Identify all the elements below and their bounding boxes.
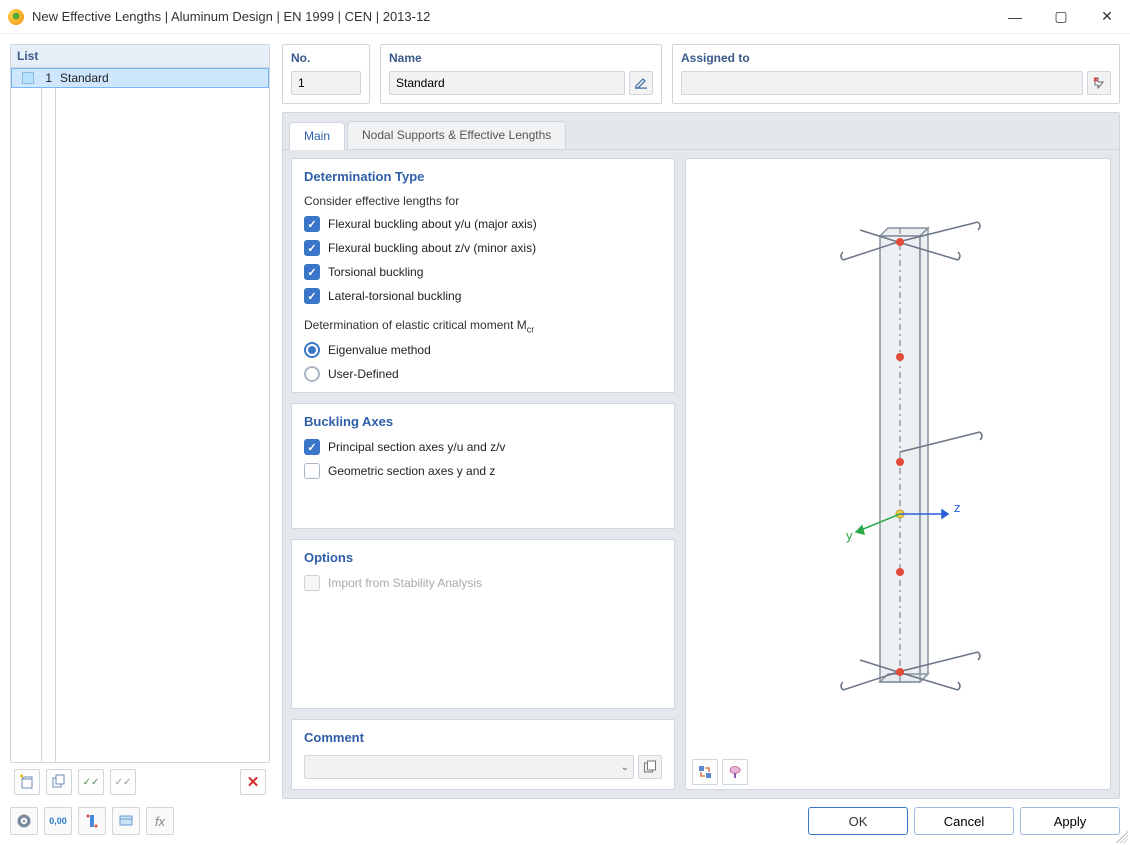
radio-icon	[304, 366, 320, 382]
check-label: Lateral-torsional buckling	[328, 289, 461, 303]
radio-label: User-Defined	[328, 367, 399, 381]
preview-panel: y z	[685, 158, 1111, 790]
pick-assigned-button[interactable]	[1087, 71, 1111, 95]
tab-strip: Main Nodal Supports & Effective Lengths	[283, 115, 1119, 150]
check-label: Geometric section axes y and z	[328, 464, 495, 478]
checkbox-icon	[304, 240, 320, 256]
ok-button[interactable]: OK	[808, 807, 908, 835]
consider-label: Consider effective lengths for	[304, 194, 662, 208]
comment-section: Comment ⌄	[291, 719, 675, 790]
check-label: Principal section axes y/u and z/v	[328, 440, 505, 454]
uncheck-all-button[interactable]: ✓✓	[110, 769, 136, 795]
resize-grip[interactable]	[1116, 831, 1128, 843]
dialog-footer: 0,00 fx OK Cancel Apply	[0, 799, 1130, 845]
check-label: Import from Stability Analysis	[328, 576, 482, 590]
new-item-button[interactable]	[14, 769, 40, 795]
units-button[interactable]: 0,00	[44, 807, 72, 835]
maximize-button[interactable]: ▢	[1038, 0, 1084, 34]
name-label: Name	[389, 51, 653, 65]
edit-name-button[interactable]	[629, 71, 653, 95]
help-button[interactable]	[10, 807, 38, 835]
no-label: No.	[291, 51, 361, 65]
checkbox-icon	[304, 439, 320, 455]
comment-title: Comment	[304, 730, 662, 745]
checkbox-icon	[304, 288, 320, 304]
check-geometric-axes[interactable]: Geometric section axes y and z	[304, 463, 662, 479]
close-button[interactable]: ✕	[1084, 0, 1130, 34]
cancel-button[interactable]: Cancel	[914, 807, 1014, 835]
preview-canvas[interactable]: y z	[686, 159, 1110, 755]
assigned-input[interactable]	[681, 71, 1083, 95]
check-all-button[interactable]: ✓✓	[78, 769, 104, 795]
list-item-index: 1	[38, 71, 52, 85]
apply-button[interactable]: Apply	[1020, 807, 1120, 835]
chevron-down-icon: ⌄	[621, 762, 629, 773]
radio-label: Eigenvalue method	[328, 343, 431, 357]
preview-toggle-view-button[interactable]	[692, 759, 718, 785]
assigned-group: Assigned to	[672, 44, 1120, 104]
checkbox-icon	[304, 463, 320, 479]
formula-button[interactable]: fx	[146, 807, 174, 835]
checkbox-icon	[304, 264, 320, 280]
check-torsional[interactable]: Torsional buckling	[304, 264, 662, 280]
preview-render-mode-button[interactable]	[722, 759, 748, 785]
member-preview-svg: y z	[748, 192, 1048, 722]
check-import-stability: Import from Stability Analysis	[304, 575, 662, 591]
buckling-axes-section: Buckling Axes Principal section axes y/u…	[291, 403, 675, 529]
check-flexural-y[interactable]: Flexural buckling about y/u (major axis)	[304, 216, 662, 232]
list-item-name: Standard	[56, 71, 109, 85]
checkbox-icon	[304, 575, 320, 591]
no-input[interactable]	[291, 71, 361, 95]
check-principal-axes[interactable]: Principal section axes y/u and z/v	[304, 439, 662, 455]
list-body[interactable]: 1 Standard	[11, 68, 269, 762]
determination-type-title: Determination Type	[304, 169, 662, 184]
check-label: Flexural buckling about z/v (minor axis)	[328, 241, 536, 255]
tab-main[interactable]: Main	[289, 122, 345, 150]
member-info-button[interactable]	[78, 807, 106, 835]
options-section: Options Import from Stability Analysis	[291, 539, 675, 709]
list-header: List	[11, 45, 269, 68]
minimize-button[interactable]: —	[992, 0, 1038, 34]
check-label: Flexural buckling about y/u (major axis)	[328, 217, 537, 231]
radio-eigenvalue[interactable]: Eigenvalue method	[304, 342, 662, 358]
comment-combo[interactable]: ⌄	[304, 755, 634, 779]
radio-icon	[304, 342, 320, 358]
axis-y-label: y	[846, 528, 853, 543]
assigned-label: Assigned to	[681, 51, 1111, 65]
comment-library-button[interactable]	[638, 755, 662, 779]
buckling-axes-title: Buckling Axes	[304, 414, 662, 429]
table-view-button[interactable]	[112, 807, 140, 835]
title-bar: ⬢ New Effective Lengths | Aluminum Desig…	[0, 0, 1130, 34]
mcr-label: Determination of elastic critical moment…	[304, 318, 662, 334]
list-item[interactable]: 1 Standard	[11, 68, 269, 88]
name-input[interactable]	[389, 71, 625, 95]
app-icon: ⬢	[8, 9, 24, 25]
color-swatch	[22, 72, 34, 84]
list-toolbar: ✓✓ ✓✓ ✕	[10, 763, 270, 799]
window-title: New Effective Lengths | Aluminum Design …	[32, 9, 992, 24]
list-panel: List 1 Standard	[10, 44, 270, 763]
axis-z-label: z	[954, 500, 961, 515]
no-group: No.	[282, 44, 370, 104]
check-flexural-z[interactable]: Flexural buckling about z/v (minor axis)	[304, 240, 662, 256]
options-title: Options	[304, 550, 662, 565]
name-group: Name	[380, 44, 662, 104]
checkbox-icon	[304, 216, 320, 232]
determination-type-section: Determination Type Consider effective le…	[291, 158, 675, 393]
radio-user-defined[interactable]: User-Defined	[304, 366, 662, 382]
check-lateral-torsional[interactable]: Lateral-torsional buckling	[304, 288, 662, 304]
tab-nodal-supports[interactable]: Nodal Supports & Effective Lengths	[347, 121, 566, 149]
duplicate-item-button[interactable]	[46, 769, 72, 795]
delete-item-button[interactable]: ✕	[240, 769, 266, 795]
check-label: Torsional buckling	[328, 265, 423, 279]
